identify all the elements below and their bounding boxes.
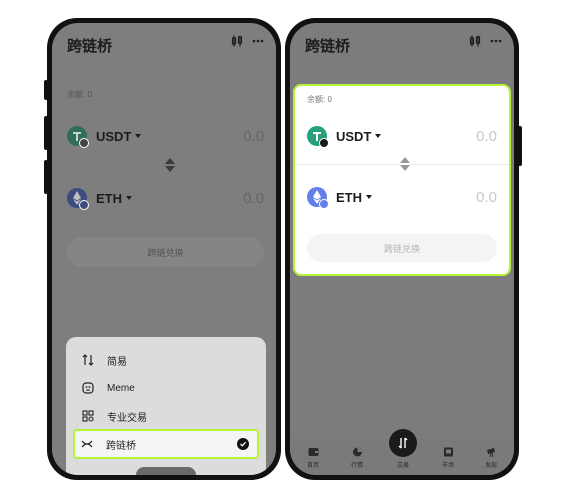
tab-market[interactable]: 行情 [340, 447, 374, 469]
tab-label: 行情 [350, 463, 363, 469]
phone-side-button [44, 160, 48, 194]
chain-badge-icon [319, 199, 329, 209]
bridge-swap-button[interactable]: 跨链兑换 [67, 237, 264, 267]
tab-label: 市场 [441, 463, 454, 469]
header-actions [469, 35, 502, 47]
eth-icon [307, 187, 329, 209]
bridge-card: 余额: 0 USDT 0.0 ETH 0.0 跨链兑换 [293, 84, 511, 276]
to-token-symbol: ETH [96, 190, 122, 206]
wallet-icon [308, 448, 318, 456]
more-icon[interactable] [252, 39, 264, 43]
phone-side-button [44, 80, 48, 100]
usdt-icon [307, 126, 329, 148]
eth-icon [67, 188, 89, 210]
from-token-symbol: USDT [96, 128, 132, 144]
grid-icon [82, 410, 94, 422]
chevron-down-icon [135, 134, 142, 138]
chevron-down-icon [366, 195, 372, 199]
arrows-updown-icon [82, 354, 94, 366]
trade-mode-sheet: 简易 Meme 专业交易 跨链桥 [66, 337, 266, 475]
meme-icon [82, 382, 94, 394]
bridge-icon [81, 440, 93, 448]
to-amount: 0.0 [476, 188, 497, 206]
balance-label: 余额: 0 [67, 90, 92, 99]
tab-label: 交易 [396, 463, 409, 469]
menu-item-bridge[interactable]: 跨链桥 [73, 429, 259, 459]
menu-item-label: 简易 [107, 356, 127, 368]
menu-item-pro-trade[interactable]: 专业交易 [76, 403, 256, 429]
more-icon[interactable] [490, 39, 502, 43]
chart-icon [352, 447, 362, 457]
menu-item-label: Meme [107, 382, 135, 394]
swap-direction-icon[interactable] [165, 158, 175, 172]
usdt-icon [67, 126, 89, 148]
phone-side-button [44, 116, 48, 150]
balance-label: 余额: 0 [307, 95, 332, 104]
from-amount: 0.0 [476, 127, 497, 145]
phone-side-button [518, 126, 522, 166]
tab-label: 发现 [484, 463, 497, 469]
candlestick-icon[interactable] [469, 35, 481, 47]
swap-direction-icon[interactable] [400, 157, 410, 171]
menu-item-label: 跨链桥 [106, 440, 136, 452]
trade-center-button[interactable] [389, 429, 417, 457]
trade-icon [398, 437, 408, 449]
check-icon [237, 438, 249, 450]
chevron-down-icon [126, 196, 132, 200]
header-actions [231, 35, 264, 47]
tab-home[interactable]: 首页 [296, 447, 330, 469]
from-token-row[interactable]: USDT 0.0 [307, 121, 497, 151]
right-phone: 跨链桥 余额: 0 USDT 0.0 ETH 0.0 跨链兑换 首页 行情 交易… [285, 18, 522, 480]
left-screen: 跨链桥 余额: 0 USDT 0.0 ETH 0.0 跨链兑换 简易 Meme … [52, 23, 276, 475]
to-amount: 0.0 [243, 189, 264, 207]
home-indicator [136, 467, 196, 475]
menu-item-simple[interactable]: 简易 [76, 347, 256, 373]
menu-item-meme[interactable]: Meme [76, 375, 256, 401]
page-title: 跨链桥 [305, 38, 351, 55]
from-token-row[interactable]: USDT 0.0 [67, 121, 264, 151]
from-token-symbol: USDT [336, 128, 372, 144]
right-screen: 跨链桥 余额: 0 USDT 0.0 ETH 0.0 跨链兑换 首页 行情 交易… [290, 23, 514, 475]
chain-badge-icon [319, 138, 329, 148]
market-icon [443, 447, 453, 457]
chain-badge-icon [79, 200, 89, 210]
tab-discover[interactable]: 发现 [474, 447, 508, 469]
to-token-row[interactable]: ETH 0.0 [67, 183, 264, 213]
tab-assets[interactable]: 市场 [431, 447, 465, 469]
tab-label: 首页 [306, 463, 319, 469]
menu-item-label: 专业交易 [107, 412, 147, 424]
to-token-symbol: ETH [336, 189, 362, 205]
chain-badge-icon [79, 138, 89, 148]
from-amount: 0.0 [243, 127, 264, 145]
page-title: 跨链桥 [67, 38, 113, 55]
candlestick-icon[interactable] [231, 35, 243, 47]
left-phone: 跨链桥 余额: 0 USDT 0.0 ETH 0.0 跨链兑换 简易 Meme … [44, 18, 281, 480]
to-token-row[interactable]: ETH 0.0 [307, 182, 497, 212]
bridge-swap-button[interactable]: 跨链兑换 [307, 234, 497, 262]
discover-icon [486, 448, 495, 457]
chevron-down-icon [375, 134, 382, 138]
